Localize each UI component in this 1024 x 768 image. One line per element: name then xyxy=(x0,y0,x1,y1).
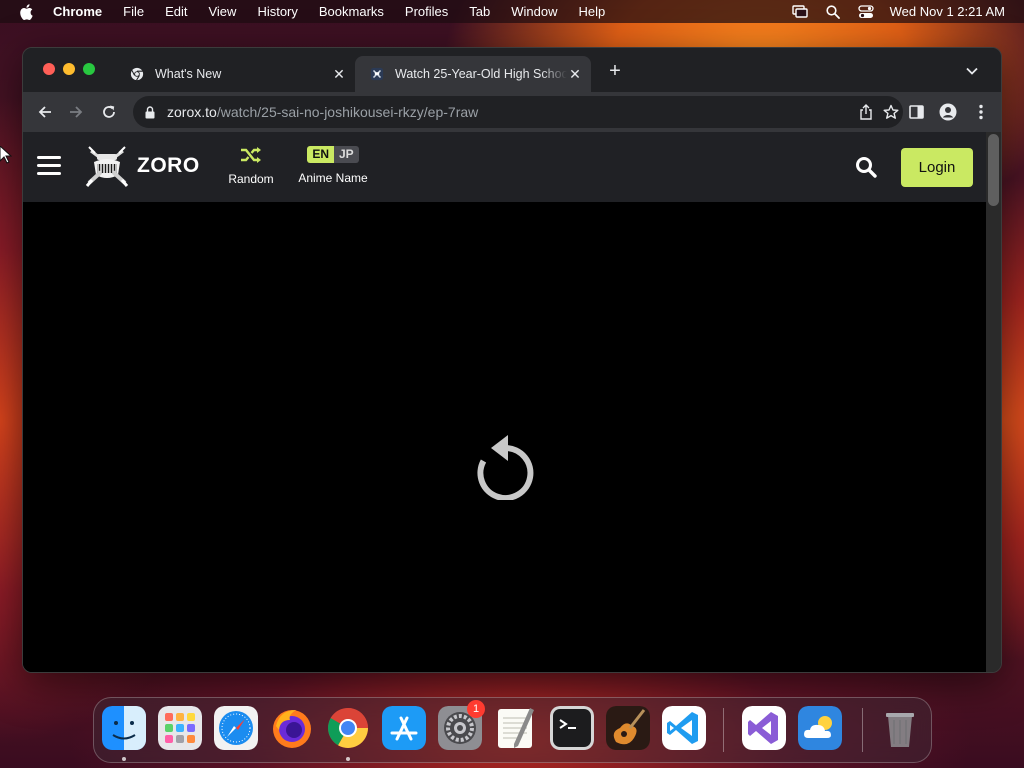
tab-title: What's New xyxy=(155,67,222,81)
menu-window[interactable]: Window xyxy=(511,4,557,19)
random-label: Random xyxy=(228,172,274,186)
side-panel-icon[interactable] xyxy=(906,102,926,122)
lock-icon[interactable] xyxy=(145,105,159,119)
minimize-window-button[interactable] xyxy=(63,63,75,75)
tab-strip: What's New ✕ Watch 25-Year-Old High Scho… xyxy=(23,48,1001,92)
site-header: ZORO Random EN JP Anime Name Login xyxy=(23,132,988,202)
video-player[interactable] xyxy=(23,202,988,672)
mouse-cursor-icon xyxy=(0,146,12,164)
hamburger-menu-icon[interactable] xyxy=(37,156,61,176)
fullscreen-window-button[interactable] xyxy=(83,63,95,75)
launchpad-icon[interactable] xyxy=(158,706,202,750)
close-tab-icon[interactable]: ✕ xyxy=(331,66,347,82)
page-scrollbar[interactable] xyxy=(986,132,1001,672)
weather-icon[interactable] xyxy=(798,706,842,750)
running-indicator xyxy=(122,757,126,761)
menu-history[interactable]: History xyxy=(257,4,297,19)
address-bar[interactable]: zorox.to/watch/25-sai-no-joshikousei-rkz… xyxy=(133,96,903,128)
shuffle-icon xyxy=(223,146,279,166)
dock: 1 xyxy=(93,697,932,763)
tab-whats-new[interactable]: What's New ✕ xyxy=(115,56,355,92)
menu-file[interactable]: File xyxy=(123,4,144,19)
url-text: zorox.to/watch/25-sai-no-joshikousei-rkz… xyxy=(167,104,478,120)
app-store-icon[interactable] xyxy=(382,706,426,750)
running-indicator xyxy=(346,757,350,761)
apple-icon[interactable] xyxy=(19,3,35,20)
browser-toolbar: zorox.to/watch/25-sai-no-joshikousei-rkz… xyxy=(23,92,1001,132)
menu-help[interactable]: Help xyxy=(579,4,606,19)
replay-icon[interactable] xyxy=(475,434,537,501)
trash-icon[interactable] xyxy=(878,706,922,750)
menu-app-name[interactable]: Chrome xyxy=(53,4,102,19)
control-center-icon[interactable] xyxy=(857,4,874,19)
reload-icon[interactable] xyxy=(99,102,119,122)
menu-tab[interactable]: Tab xyxy=(469,4,490,19)
menu-clock[interactable]: Wed Nov 1 2:21 AM xyxy=(890,4,1005,19)
lang-jp-option[interactable]: JP xyxy=(333,146,359,163)
random-button[interactable]: Random xyxy=(223,146,279,186)
lang-en-option[interactable]: EN xyxy=(307,146,334,163)
window-controls xyxy=(43,63,103,75)
forward-arrow-icon[interactable] xyxy=(66,102,86,122)
close-window-button[interactable] xyxy=(43,63,55,75)
google-chrome-icon[interactable] xyxy=(326,706,370,750)
firefox-icon[interactable] xyxy=(270,706,314,750)
chrome-menu-icon[interactable] xyxy=(971,102,991,122)
safari-icon[interactable] xyxy=(214,706,258,750)
zoro-logo[interactable]: ZORO xyxy=(85,144,200,188)
logo-text: ZORO xyxy=(137,154,200,177)
profile-icon[interactable] xyxy=(938,102,958,122)
menu-bookmarks[interactable]: Bookmarks xyxy=(319,4,384,19)
screen-mirroring-icon[interactable] xyxy=(791,4,808,19)
zoro-favicon xyxy=(369,66,385,82)
menu-edit[interactable]: Edit xyxy=(165,4,187,19)
url-path: /watch/25-sai-no-joshikousei-rkzy/ep-7ra… xyxy=(216,104,479,120)
zoro-logo-mascot-icon xyxy=(85,146,129,187)
anime-name-label: Anime Name xyxy=(298,171,368,185)
tab-search-chevron-icon[interactable] xyxy=(963,62,981,80)
tab-zoro-watch[interactable]: Watch 25-Year-Old High School ✕ xyxy=(355,56,591,92)
notification-badge: 1 xyxy=(467,700,485,718)
dock-separator xyxy=(862,708,863,752)
search-icon[interactable] xyxy=(855,156,877,178)
garageband-icon[interactable] xyxy=(606,706,650,750)
login-button[interactable]: Login xyxy=(901,148,973,187)
language-toggle[interactable]: EN JP Anime Name xyxy=(293,146,373,185)
new-tab-button[interactable]: + xyxy=(606,61,624,81)
back-arrow-icon[interactable] xyxy=(35,102,55,122)
language-pills: EN JP xyxy=(293,146,373,163)
terminal-icon[interactable] xyxy=(550,706,594,750)
textedit-icon[interactable] xyxy=(494,706,538,750)
share-icon[interactable] xyxy=(859,104,873,125)
visual-studio-icon[interactable] xyxy=(742,706,786,750)
close-tab-icon[interactable]: ✕ xyxy=(567,66,583,82)
url-host: zorox.to xyxy=(167,104,217,120)
menu-view[interactable]: View xyxy=(208,4,236,19)
menu-profiles[interactable]: Profiles xyxy=(405,4,448,19)
dock-separator xyxy=(723,708,724,752)
menu-bar: Chrome File Edit View History Bookmarks … xyxy=(0,0,1024,23)
browser-window: What's New ✕ Watch 25-Year-Old High Scho… xyxy=(22,47,1002,673)
visual-studio-code-icon[interactable] xyxy=(662,706,706,750)
finder-icon[interactable] xyxy=(102,706,146,750)
page-viewport: ZORO Random EN JP Anime Name Login xyxy=(23,132,988,672)
bookmark-star-icon[interactable] xyxy=(883,104,899,125)
scrollbar-thumb[interactable] xyxy=(988,134,999,206)
tab-title: Watch 25-Year-Old High School xyxy=(395,67,567,81)
chrome-icon xyxy=(129,66,145,82)
spotlight-search-icon[interactable] xyxy=(826,4,840,19)
